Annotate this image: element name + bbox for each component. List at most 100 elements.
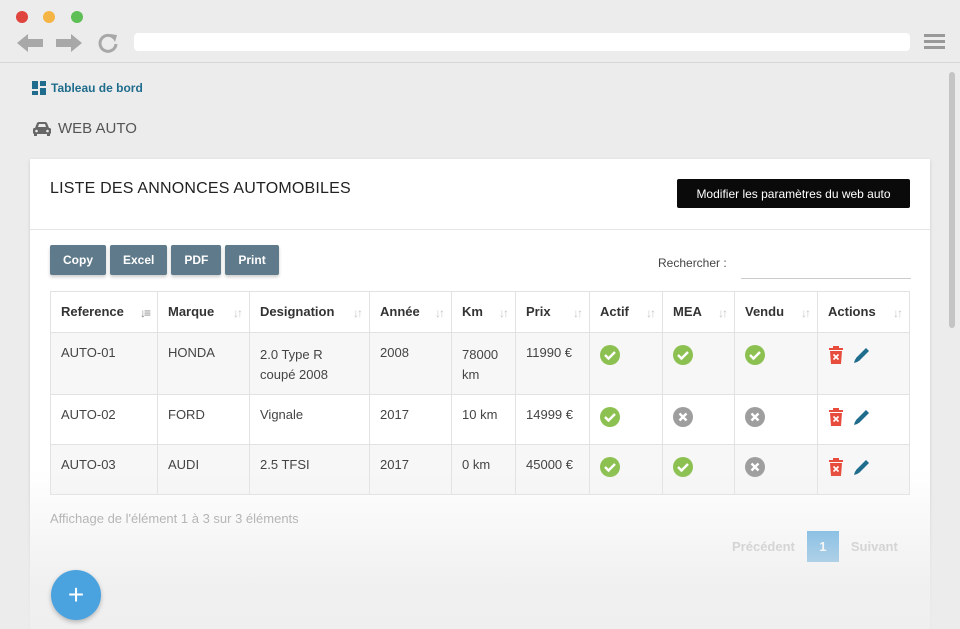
close-window-icon[interactable]	[16, 11, 28, 23]
sort-icon[interactable]: ↓↑	[233, 306, 243, 320]
check-circle-icon[interactable]	[673, 457, 693, 477]
cross-circle-icon[interactable]	[745, 457, 765, 477]
check-circle-icon[interactable]	[600, 457, 620, 477]
designation-line: 2.0 Type R	[260, 347, 323, 362]
maximize-window-icon[interactable]	[71, 11, 83, 23]
sort-icon[interactable]: ↓↑	[893, 306, 903, 320]
pagination-current-page[interactable]: 1	[806, 531, 839, 562]
column-header-annee[interactable]: Année ↓↑	[369, 291, 452, 333]
delete-icon[interactable]	[828, 408, 844, 429]
pagination: Précédent 1 Suivant	[720, 531, 910, 562]
sort-icon[interactable]: ↓↑	[646, 306, 656, 320]
cell-prix: 14999 €	[515, 394, 590, 445]
reload-icon	[98, 33, 118, 53]
column-header-marque[interactable]: Marque ↓↑	[157, 291, 250, 333]
sort-icon[interactable]: ↓↑	[573, 306, 583, 320]
check-circle-icon[interactable]	[600, 407, 620, 427]
reload-button[interactable]	[92, 31, 124, 55]
cell-designation: 2.5 TFSI	[249, 444, 370, 495]
km-line: 78000	[462, 347, 499, 362]
column-header-label: Vendu	[745, 304, 785, 319]
search-label: Rechercher :	[658, 256, 727, 270]
check-circle-icon[interactable]	[673, 345, 693, 365]
cell-mea[interactable]	[662, 332, 735, 395]
pagination-previous[interactable]: Précédent	[720, 539, 807, 554]
check-circle-icon[interactable]	[745, 345, 765, 365]
address-bar[interactable]	[134, 33, 910, 51]
cross-circle-icon[interactable]	[745, 407, 765, 427]
page-title: WEB AUTO	[32, 120, 137, 137]
designation-line: coupé 2008	[260, 367, 328, 382]
cell-prix: 11990 €	[515, 332, 590, 395]
column-header-actions[interactable]: Actions ↓↑	[817, 291, 910, 333]
delete-icon[interactable]	[828, 346, 844, 367]
pdf-button[interactable]: PDF	[171, 245, 222, 275]
cell-annee: 2017	[369, 444, 452, 495]
cars-table: Reference ↓≡ Marque ↓↑ Designation ↓↑ Année…	[50, 291, 910, 495]
breadcrumb-label[interactable]: Tableau de bord	[51, 81, 143, 95]
back-button[interactable]	[14, 31, 46, 55]
breadcrumb[interactable]: Tableau de bord	[32, 81, 143, 95]
cell-designation: Vignale	[249, 394, 370, 445]
table-row[interactable]: AUTO-03 AUDI 2.5 TFSI 2017 0 km 45000 €	[50, 444, 910, 495]
table-row[interactable]: AUTO-01 HONDA 2.0 Type Rcoupé 2008 2008 …	[50, 332, 910, 395]
column-header-vendu[interactable]: Vendu ↓↑	[734, 291, 818, 333]
modify-settings-button[interactable]: Modifier les paramètres du web auto	[677, 179, 910, 208]
search-input[interactable]	[741, 250, 911, 279]
export-toolbar: Copy Excel PDF Print	[50, 245, 279, 275]
column-header-reference[interactable]: Reference ↓≡	[50, 291, 158, 333]
column-header-prix[interactable]: Prix ↓↑	[515, 291, 590, 333]
cell-actions	[817, 332, 910, 395]
cell-mea[interactable]	[662, 444, 735, 495]
cell-annee: 2008	[369, 332, 452, 395]
edit-icon[interactable]	[852, 345, 872, 368]
browser-chrome	[0, 0, 960, 63]
scrollbar-thumb[interactable]	[949, 72, 955, 328]
cell-vendu[interactable]	[734, 332, 818, 395]
browser-menu-icon[interactable]	[924, 34, 945, 50]
column-header-actif[interactable]: Actif ↓↑	[589, 291, 663, 333]
cell-reference: AUTO-03	[50, 444, 158, 495]
sort-icon[interactable]: ↓↑	[353, 306, 363, 320]
km-line: km	[462, 367, 480, 382]
copy-button[interactable]: Copy	[50, 245, 106, 275]
cell-vendu[interactable]	[734, 394, 818, 445]
column-header-label: Reference	[61, 304, 124, 319]
sort-icon[interactable]: ↓↑	[801, 306, 811, 320]
cell-reference: AUTO-02	[50, 394, 158, 445]
cell-prix: 45000 €	[515, 444, 590, 495]
dashboard-icon	[32, 81, 46, 95]
add-button[interactable]: +	[51, 570, 101, 620]
column-header-mea[interactable]: MEA ↓↑	[662, 291, 735, 333]
sort-icon[interactable]: ↓↑	[435, 306, 445, 320]
forward-button[interactable]	[53, 31, 85, 55]
sort-icon[interactable]: ↓↑	[499, 306, 509, 320]
edit-icon[interactable]	[852, 407, 872, 430]
cell-designation: 2.0 Type R coupé 2008	[249, 332, 370, 395]
cell-actif[interactable]	[589, 444, 663, 495]
minimize-window-icon[interactable]	[43, 11, 55, 23]
cross-circle-icon[interactable]	[673, 407, 693, 427]
pagination-next[interactable]: Suivant	[839, 539, 910, 554]
table-row[interactable]: AUTO-02 FORD Vignale 2017 10 km 14999 €	[50, 394, 910, 445]
column-header-label: Km	[462, 304, 483, 319]
cell-actif[interactable]	[589, 394, 663, 445]
arrow-left-icon	[17, 34, 43, 52]
column-header-label: Année	[380, 304, 420, 319]
cell-mea[interactable]	[662, 394, 735, 445]
delete-icon[interactable]	[828, 458, 844, 479]
cell-annee: 2017	[369, 394, 452, 445]
edit-icon[interactable]	[852, 457, 872, 480]
column-header-label: Marque	[168, 304, 215, 319]
column-header-designation[interactable]: Designation ↓↑	[249, 291, 370, 333]
check-circle-icon[interactable]	[600, 345, 620, 365]
column-header-label: Prix	[526, 304, 551, 319]
print-button[interactable]: Print	[225, 245, 279, 275]
cell-actions	[817, 444, 910, 495]
sort-icon[interactable]: ↓↑	[718, 306, 728, 320]
cell-vendu[interactable]	[734, 444, 818, 495]
excel-button[interactable]: Excel	[110, 245, 168, 275]
column-header-km[interactable]: Km ↓↑	[451, 291, 516, 333]
sort-ascending-icon[interactable]: ↓≡	[140, 306, 151, 320]
cell-actif[interactable]	[589, 332, 663, 395]
